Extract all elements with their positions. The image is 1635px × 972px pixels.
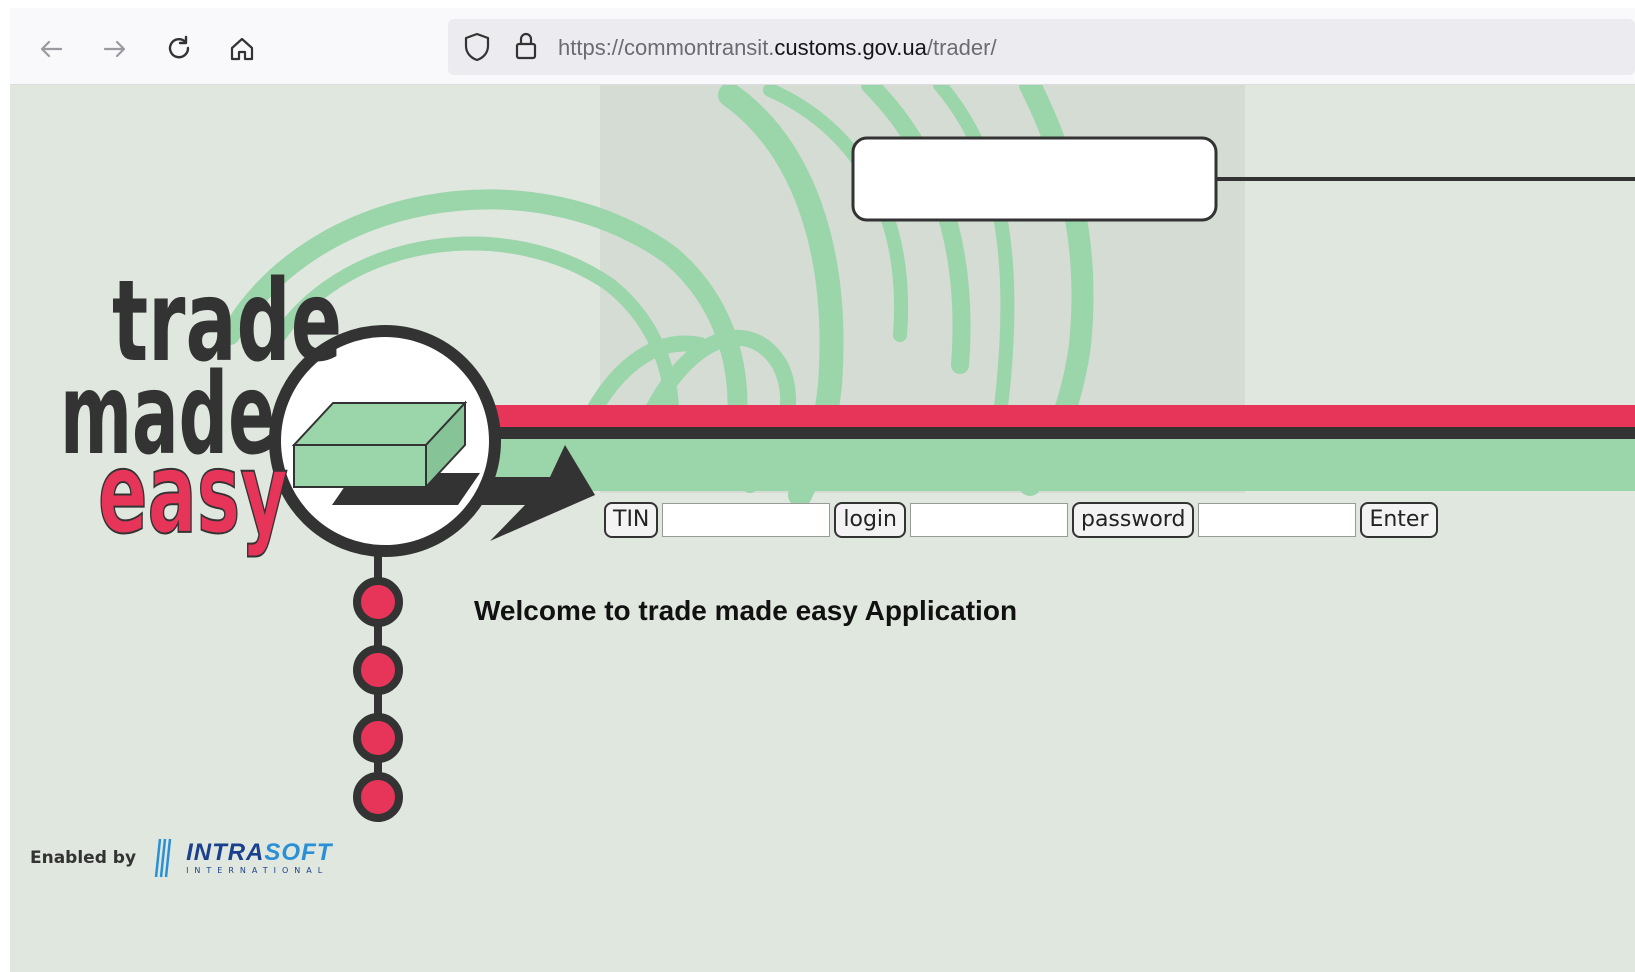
forward-button[interactable] <box>98 32 132 66</box>
enter-button[interactable]: Enter <box>1360 502 1438 538</box>
password-label: password <box>1071 502 1195 538</box>
green-stripe <box>490 439 1635 491</box>
page-content: trade made easy TIN login password Enter… <box>10 85 1635 972</box>
login-label: login <box>834 502 906 538</box>
tin-label: TIN <box>604 502 659 538</box>
welcome-message: Welcome to trade made easy Application <box>474 595 1018 626</box>
red-stripe <box>490 405 1635 427</box>
url-text[interactable]: https://commontransit.customs.gov.ua/tra… <box>558 35 997 61</box>
lock-icon[interactable] <box>512 30 540 62</box>
tin-input[interactable] <box>662 503 831 537</box>
intrasoft-logo: INTRASOFT INTERNATIONAL <box>186 841 332 875</box>
black-stripe <box>490 427 1635 439</box>
brand-soft: SOFT <box>264 839 333 866</box>
header-box <box>851 136 1218 222</box>
back-button[interactable] <box>34 32 68 66</box>
url-domain: customs.gov.ua <box>774 35 927 60</box>
home-icon <box>230 37 254 61</box>
url-prefix: https://commontransit. <box>558 35 775 60</box>
enabled-by-label: Enabled by <box>30 848 137 868</box>
enabled-by: Enabled by INTRASOFT INTERNATIONAL <box>30 837 332 879</box>
address-bar[interactable]: https://commontransit.customs.gov.ua/tra… <box>448 19 1635 75</box>
reload-button[interactable] <box>162 32 196 66</box>
reload-icon <box>168 35 190 59</box>
home-button[interactable] <box>225 32 259 66</box>
brand-subtitle: INTERNATIONAL <box>186 866 329 875</box>
login-bar: TIN login password Enter <box>604 501 1438 539</box>
url-path: /trader/ <box>926 35 997 60</box>
password-input[interactable] <box>1198 503 1357 537</box>
arrow-right-icon <box>103 40 126 58</box>
browser-toolbar: https://commontransit.customs.gov.ua/tra… <box>10 8 1635 85</box>
shield-icon[interactable] <box>462 31 492 63</box>
arrow-left-icon <box>40 40 63 58</box>
brand-intra: INTRA <box>186 839 265 866</box>
logo-line-easy: easy <box>98 429 288 559</box>
login-input[interactable] <box>909 503 1068 537</box>
intrasoft-mark-icon <box>154 838 172 878</box>
